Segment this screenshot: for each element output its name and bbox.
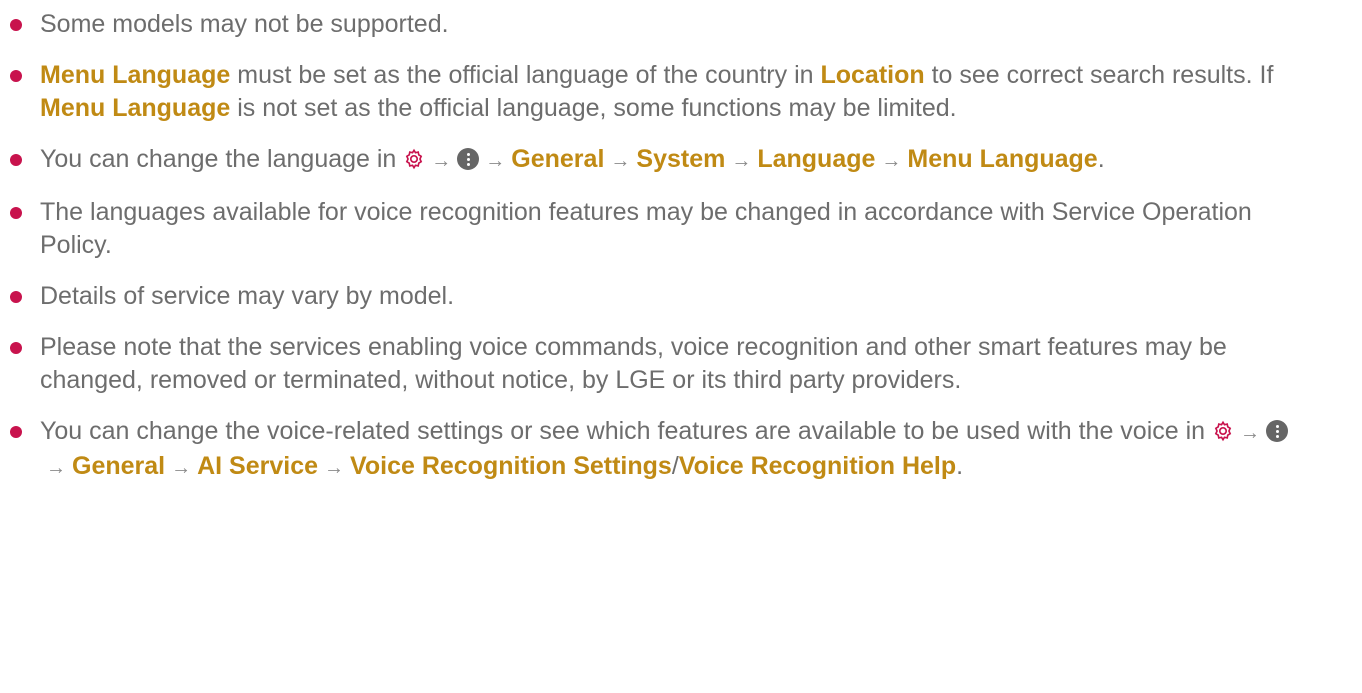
path-separator: /: [671, 452, 679, 480]
gear-icon: [1212, 418, 1234, 442]
note-text: You can change the language in: [40, 145, 404, 173]
bullet: [10, 19, 22, 31]
menu-language-term: Menu Language: [40, 94, 231, 122]
gear-icon: [403, 146, 425, 170]
path-general: General: [511, 145, 605, 173]
arrow-icon: →: [431, 150, 452, 172]
note-text: You can change the voice-related setting…: [40, 417, 1213, 445]
list-item: You can change the language in → → General…: [0, 143, 1362, 178]
path-system: System: [636, 145, 726, 173]
list-item: Menu Language must be set as the officia…: [0, 59, 1362, 125]
bullet: [10, 426, 22, 438]
notes-list: Some models may not be supported. Menu L…: [0, 0, 1362, 485]
bullet: [10, 342, 22, 354]
arrow-icon: →: [46, 457, 66, 479]
list-item: You can change the voice-related setting…: [0, 415, 1362, 485]
bullet: [10, 207, 22, 219]
arrow-icon: →: [171, 457, 192, 479]
arrow-icon: →: [881, 150, 902, 172]
bullet: [10, 70, 22, 82]
list-item: The languages available for voice recogn…: [0, 196, 1362, 262]
arrow-icon: →: [610, 150, 631, 172]
arrow-icon: →: [485, 150, 506, 172]
arrow-icon: →: [324, 457, 345, 479]
note-text: .: [956, 452, 964, 480]
note-text: to see correct search results. If: [924, 61, 1274, 89]
path-voice-recognition-help: Voice Recognition Help: [678, 452, 957, 480]
bullet: [10, 154, 22, 166]
note-text: The languages available for voice recogn…: [40, 198, 1252, 259]
location-term: Location: [820, 61, 925, 89]
path-menu-language: Menu Language: [907, 145, 1098, 173]
note-text: Please note that the services enabling v…: [40, 333, 1227, 394]
bullet: [10, 291, 22, 303]
menu-language-term: Menu Language: [40, 61, 231, 89]
list-item: Details of service may vary by model.: [0, 280, 1362, 313]
note-text: is not set as the official language, som…: [230, 94, 957, 122]
note-text: must be set as the official language of …: [230, 61, 821, 89]
list-item: Please note that the services enabling v…: [0, 331, 1362, 397]
note-text: .: [1097, 145, 1105, 173]
more-options-icon: [1266, 420, 1289, 442]
arrow-icon: →: [731, 150, 752, 172]
note-text: Details of service may vary by model.: [40, 282, 455, 310]
list-item: Some models may not be supported.: [0, 8, 1362, 41]
path-ai-service: AI Service: [197, 452, 319, 480]
arrow-icon: →: [1240, 422, 1261, 444]
path-voice-recognition-settings: Voice Recognition Settings: [350, 452, 672, 480]
note-text: Some models may not be supported.: [40, 10, 449, 38]
more-options-icon: [457, 148, 480, 170]
path-language: Language: [757, 145, 876, 173]
path-general: General: [72, 452, 166, 480]
